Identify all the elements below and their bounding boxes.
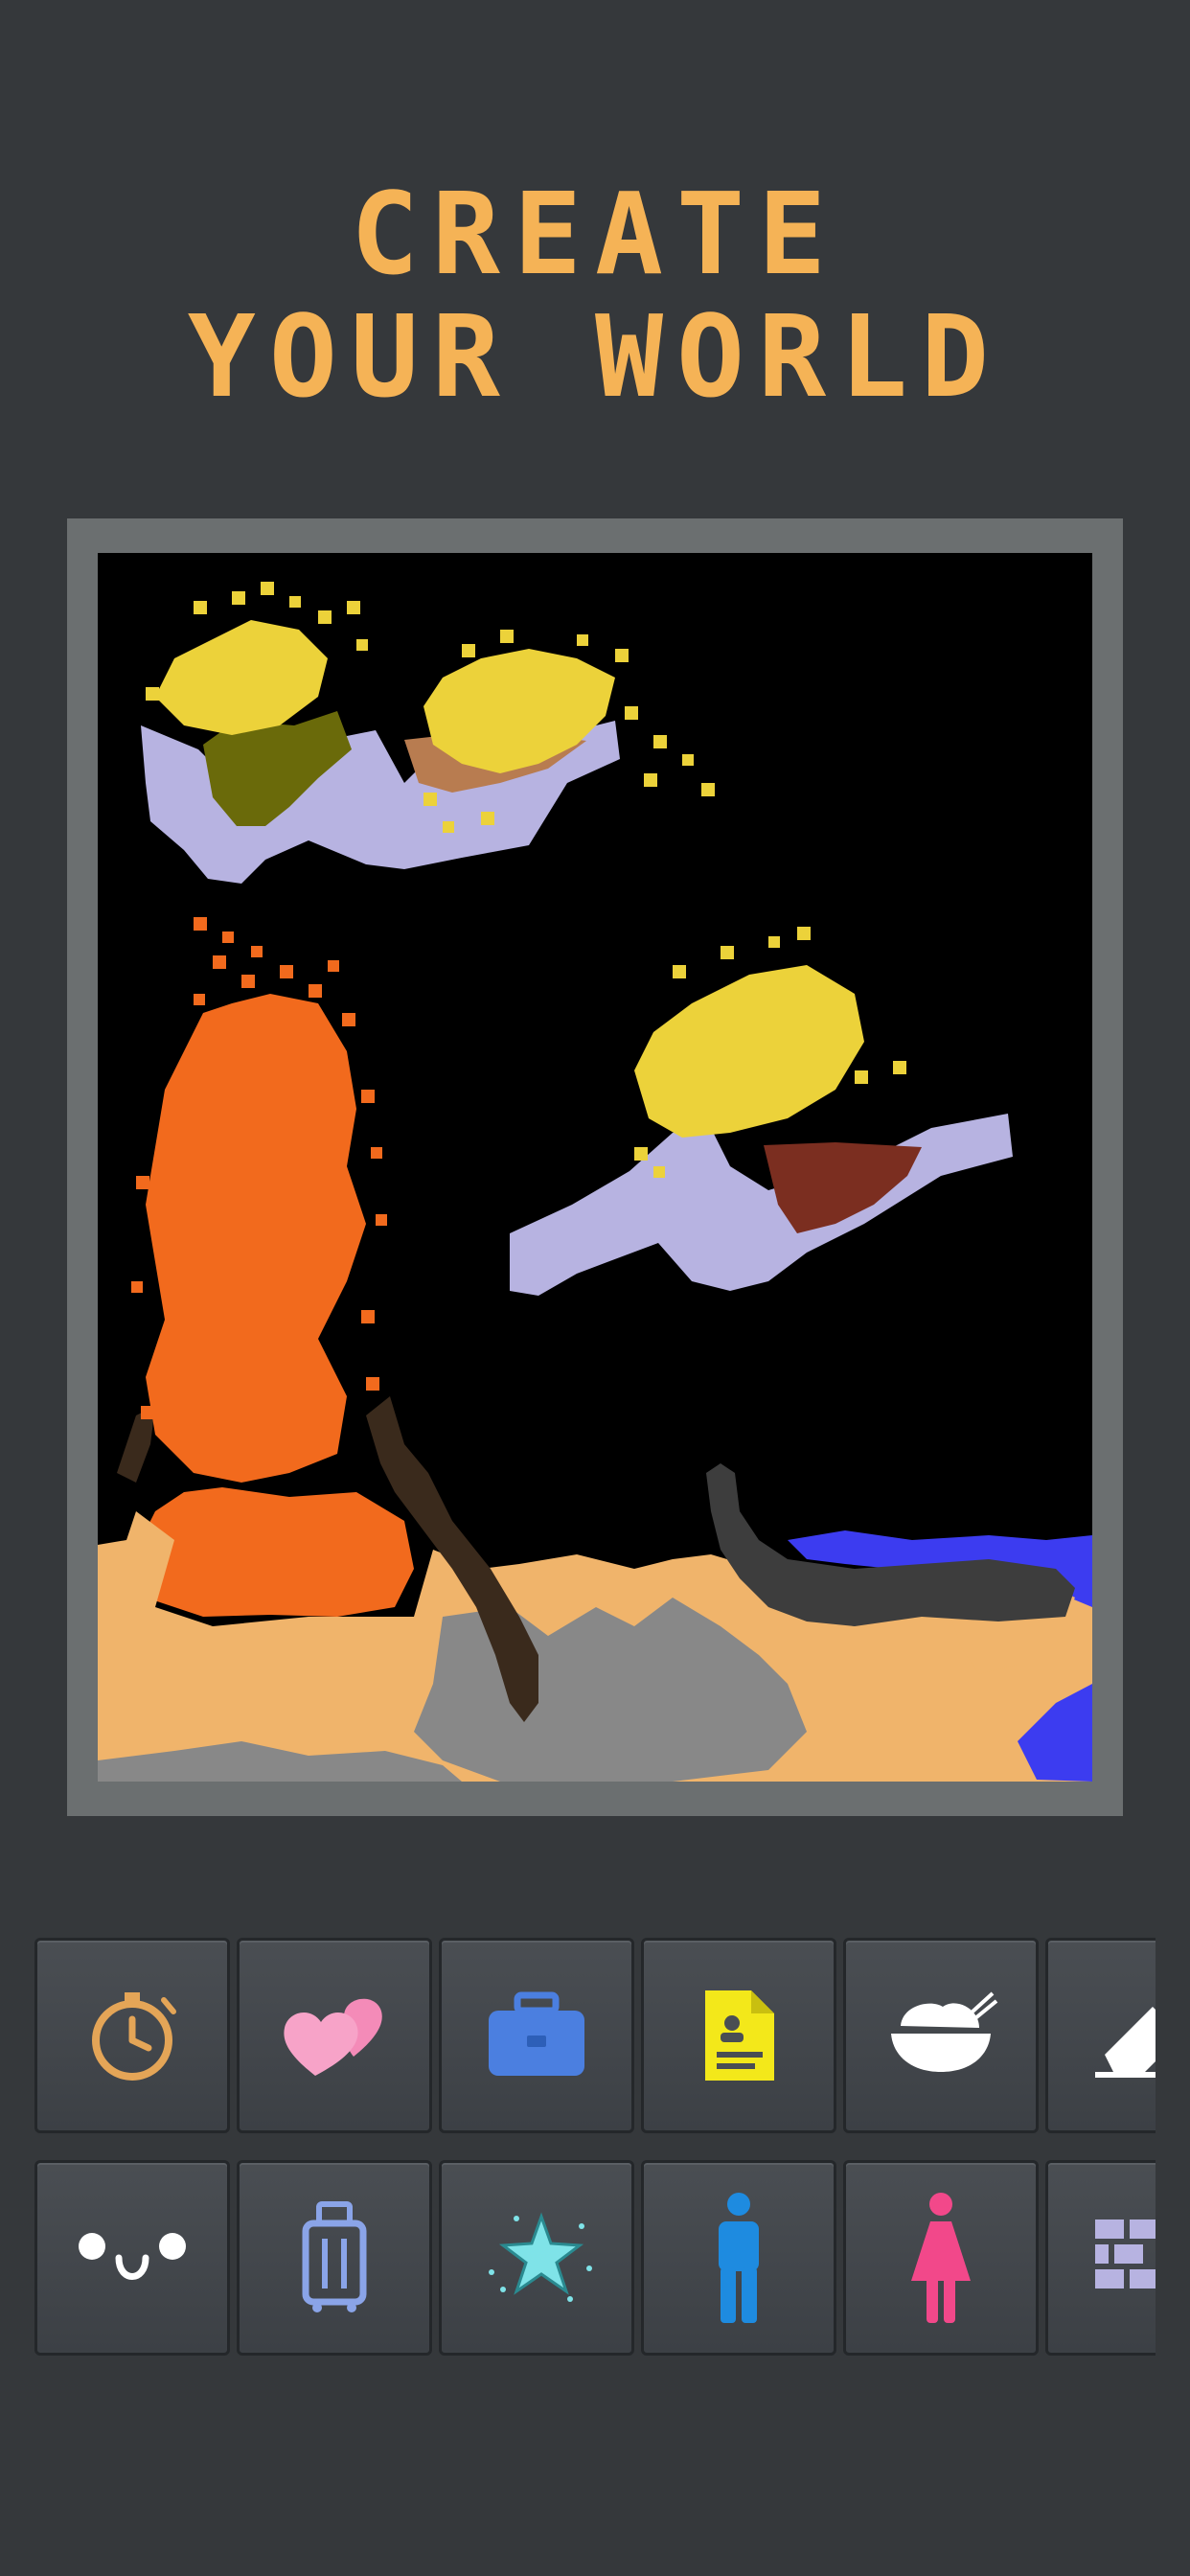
tool-face[interactable] [34, 2160, 230, 2356]
tool-rice-bowl[interactable] [843, 1938, 1039, 2133]
title-line-1: CREATE [350, 168, 840, 300]
star-icon [489, 2212, 592, 2302]
title-line-2: YOUR WORLD [187, 290, 1003, 423]
tool-star[interactable] [439, 2160, 634, 2356]
rice-bowl-icon [891, 1991, 998, 2072]
tool-hearts[interactable] [237, 1938, 432, 2133]
sandbox-canvas[interactable] [98, 553, 1092, 1782]
brick-wall-icon [1095, 2220, 1156, 2288]
briefcase-icon [489, 1991, 584, 2076]
tool-document[interactable] [641, 1938, 836, 2133]
woman-icon [911, 2193, 971, 2323]
tool-stopwatch[interactable] [34, 1938, 230, 2133]
sandbox-frame [67, 518, 1123, 1816]
tool-man[interactable] [641, 2160, 836, 2356]
stopwatch-icon [92, 1992, 176, 2081]
tool-woman[interactable] [843, 2160, 1039, 2356]
luggage-icon [302, 2201, 367, 2312]
hearts-icon [284, 1998, 382, 2076]
eraser-icon [1095, 2007, 1156, 2078]
cloud-platform-2 [510, 1114, 1013, 1296]
tool-eraser[interactable] [1045, 1938, 1156, 2133]
tool-briefcase[interactable] [439, 1938, 634, 2133]
fire-base [136, 1487, 414, 1617]
page-title: CREATE YOUR WORLD [0, 172, 1190, 418]
man-icon [719, 2193, 759, 2323]
tool-luggage[interactable] [237, 2160, 432, 2356]
fire-particles [131, 917, 387, 1483]
face-icon [79, 2233, 186, 2280]
document-icon [705, 1990, 774, 2081]
element-toolbar [34, 1938, 1156, 2359]
tool-brick-wall[interactable] [1045, 2160, 1156, 2356]
